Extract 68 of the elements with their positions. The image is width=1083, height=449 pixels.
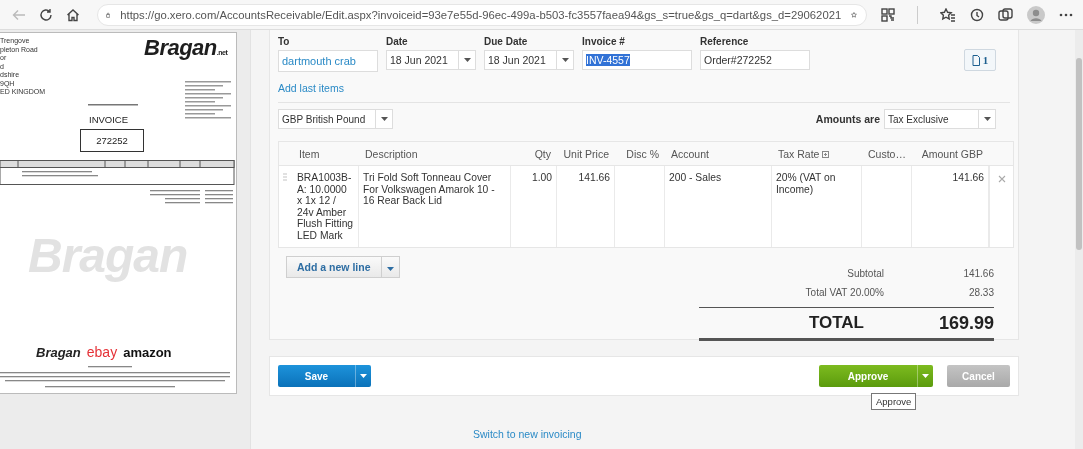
column-header: Tax Rate	[778, 148, 820, 160]
tax-mode-dropdown[interactable]: Tax Exclusive	[884, 109, 996, 129]
document-title: INVOICE	[89, 114, 129, 125]
qr-code-icon[interactable]	[881, 7, 895, 22]
invoice-number-box: 272252	[80, 129, 144, 152]
column-header: Unit Price	[563, 148, 609, 160]
field-label: Invoice #	[582, 36, 626, 47]
grand-total-label: TOTAL	[807, 313, 865, 333]
column-header: Custo…	[868, 148, 906, 160]
field-label: Reference	[700, 36, 750, 47]
tooltip: Approve	[871, 393, 917, 410]
total-label: Subtotal	[846, 268, 885, 279]
field-label: Due Date	[484, 36, 529, 47]
table-cell: 141.66	[578, 172, 610, 183]
caret-icon	[922, 374, 929, 378]
text-field[interactable]: Order#272252	[700, 50, 810, 70]
attachments-button[interactable]: 1	[964, 49, 996, 71]
currency-dropdown[interactable]: GBP British Pound	[278, 109, 393, 129]
table-cell: BRA1003B-A: 10.0000 x 1x 12 / 24v Amber Flush Fitting LED Mark	[297, 172, 354, 241]
document-icon	[971, 54, 980, 66]
reload-icon[interactable]	[38, 7, 53, 22]
footer-logo: ebay	[86, 344, 118, 360]
date-field[interactable]: 18 Jun 2021	[484, 50, 574, 70]
table-cell: 20% (VAT on Income)	[776, 172, 836, 195]
add-line-button[interactable]: Add a new line	[286, 256, 382, 278]
column-header: Qty	[534, 148, 551, 160]
caret-icon	[360, 374, 367, 378]
add-last-items-link[interactable]: Add last items	[278, 82, 344, 94]
contact-field[interactable]: dartmouth crab	[278, 50, 378, 72]
table-cell: Tri Fold Soft Tonneau Cover For Volkswagen Amarok 10 - 16 Rear Back Lid	[363, 172, 495, 206]
home-icon[interactable]	[65, 7, 80, 22]
column-header: Account	[671, 148, 709, 160]
field-label: Date	[386, 36, 409, 47]
column-header: Amount GBP	[921, 148, 983, 160]
caret-icon	[386, 267, 394, 271]
column-header: Disc %	[626, 148, 659, 160]
column-header: Item	[299, 148, 320, 160]
expand-icon[interactable]	[822, 150, 830, 158]
total-label: Total VAT 20.00%	[804, 287, 885, 298]
table-cell: 1.00	[531, 172, 552, 183]
avatar-icon[interactable]	[1027, 5, 1045, 24]
save-button[interactable]: Save	[278, 365, 355, 387]
collections-icon[interactable]	[998, 7, 1013, 22]
scrollbar[interactable]	[1075, 30, 1083, 449]
caret-icon	[561, 58, 569, 62]
address-bar[interactable]: https://go.xero.com/AccountsReceivable/Edit.aspx?invoiceid=93e7e55d-96ec-499a-b503-fc3557faea94&gs_s=true&gs_q=dart&gs_d=29062021	[97, 3, 867, 26]
delete-icon[interactable]	[997, 175, 1006, 183]
column-header: Description	[365, 148, 418, 160]
field-label: To	[278, 36, 291, 47]
history-icon[interactable]	[970, 7, 984, 22]
date-field[interactable]: 18 Jun 2021	[386, 50, 476, 70]
favorites-icon[interactable]	[940, 7, 956, 22]
text-field[interactable]: INV-4557	[582, 50, 692, 70]
caret-icon	[983, 117, 991, 121]
amounts-are-label: Amounts are	[815, 113, 880, 125]
total-value: 28.33	[967, 287, 994, 298]
approve-button[interactable]: Approve	[819, 365, 917, 387]
total-value: 141.66	[962, 268, 994, 279]
order-date-drawing	[88, 104, 138, 107]
more-icon[interactable]	[1059, 12, 1073, 17]
footer-logo: Bragan	[36, 345, 81, 360]
footer-logo: amazon	[123, 345, 172, 360]
grand-total-value: 169.99	[937, 312, 994, 334]
switch-invoicing-link[interactable]: Switch to new invoicing	[473, 428, 582, 440]
caret-icon	[380, 117, 388, 121]
table-cell: 200 - Sales	[669, 172, 722, 183]
caret-icon	[463, 58, 471, 62]
table-cell: 141.66	[952, 172, 984, 183]
